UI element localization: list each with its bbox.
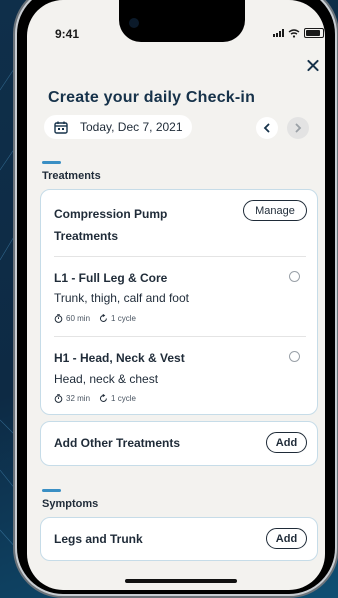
treatment-h1-radio[interactable] bbox=[289, 351, 300, 362]
status-icons bbox=[273, 28, 324, 38]
treatment-h1-subtitle: Head, neck & chest bbox=[54, 372, 159, 386]
treatment-l1-radio[interactable] bbox=[289, 271, 300, 282]
add-other-treatments-card: Add Other Treatments Add bbox=[40, 421, 318, 466]
treatment-l1-meta: 60 min 1 cycle bbox=[54, 314, 136, 323]
treatments-section-accent bbox=[42, 161, 61, 164]
home-indicator bbox=[125, 579, 237, 583]
treatment-h1-meta: 32 min 1 cycle bbox=[54, 394, 136, 403]
battery-icon bbox=[304, 28, 324, 38]
timer-icon bbox=[54, 394, 63, 403]
treatment-l1-cycles: 1 cycle bbox=[111, 314, 136, 323]
add-other-treatments-label: Add Other Treatments bbox=[54, 436, 181, 450]
treatments-section-label: Treatments bbox=[42, 170, 101, 182]
camera-dot bbox=[129, 18, 139, 28]
close-icon[interactable] bbox=[304, 57, 322, 75]
chevron-right-icon bbox=[295, 123, 302, 133]
date-label: Today, Dec 7, 2021 bbox=[80, 120, 183, 134]
treatment-l1-duration: 60 min bbox=[66, 314, 91, 323]
chevron-left-icon bbox=[263, 123, 270, 133]
treatment-h1-cycles: 1 cycle bbox=[111, 394, 136, 403]
legs-and-trunk-label: Legs and Trunk bbox=[54, 532, 143, 546]
treatment-h1-duration: 32 min bbox=[66, 394, 91, 403]
divider bbox=[54, 336, 306, 337]
next-day-button[interactable] bbox=[287, 117, 309, 139]
cycle-icon bbox=[100, 394, 107, 402]
wifi-icon bbox=[288, 28, 300, 38]
symptoms-section-accent bbox=[42, 489, 61, 492]
previous-day-button[interactable] bbox=[256, 117, 278, 139]
timer-icon bbox=[54, 314, 63, 323]
treatment-l1-title: L1 - Full Leg & Core bbox=[54, 271, 168, 285]
treatment-h1-title: H1 - Head, Neck & Vest bbox=[54, 351, 185, 365]
manage-button[interactable]: Manage bbox=[243, 200, 307, 221]
legs-and-trunk-card: Legs and Trunk Add bbox=[40, 517, 318, 561]
add-treatment-button[interactable]: Add bbox=[266, 432, 307, 453]
signal-icon bbox=[273, 29, 284, 37]
page-title: Create your daily Check-in bbox=[48, 89, 256, 106]
add-symptom-button[interactable]: Add bbox=[266, 528, 307, 549]
cycle-icon bbox=[100, 314, 107, 322]
treatments-card: Compression Pump Treatments Manage L1 - … bbox=[40, 189, 318, 415]
pump-treatments-title: Compression Pump Treatments bbox=[54, 207, 168, 243]
symptoms-section-label: Symptoms bbox=[42, 498, 99, 510]
divider bbox=[54, 256, 306, 257]
treatment-l1-subtitle: Trunk, thigh, calf and foot bbox=[54, 291, 189, 305]
calendar-icon bbox=[54, 121, 68, 134]
status-time: 9:41 bbox=[55, 27, 80, 41]
date-selector[interactable]: Today, Dec 7, 2021 bbox=[44, 115, 192, 139]
